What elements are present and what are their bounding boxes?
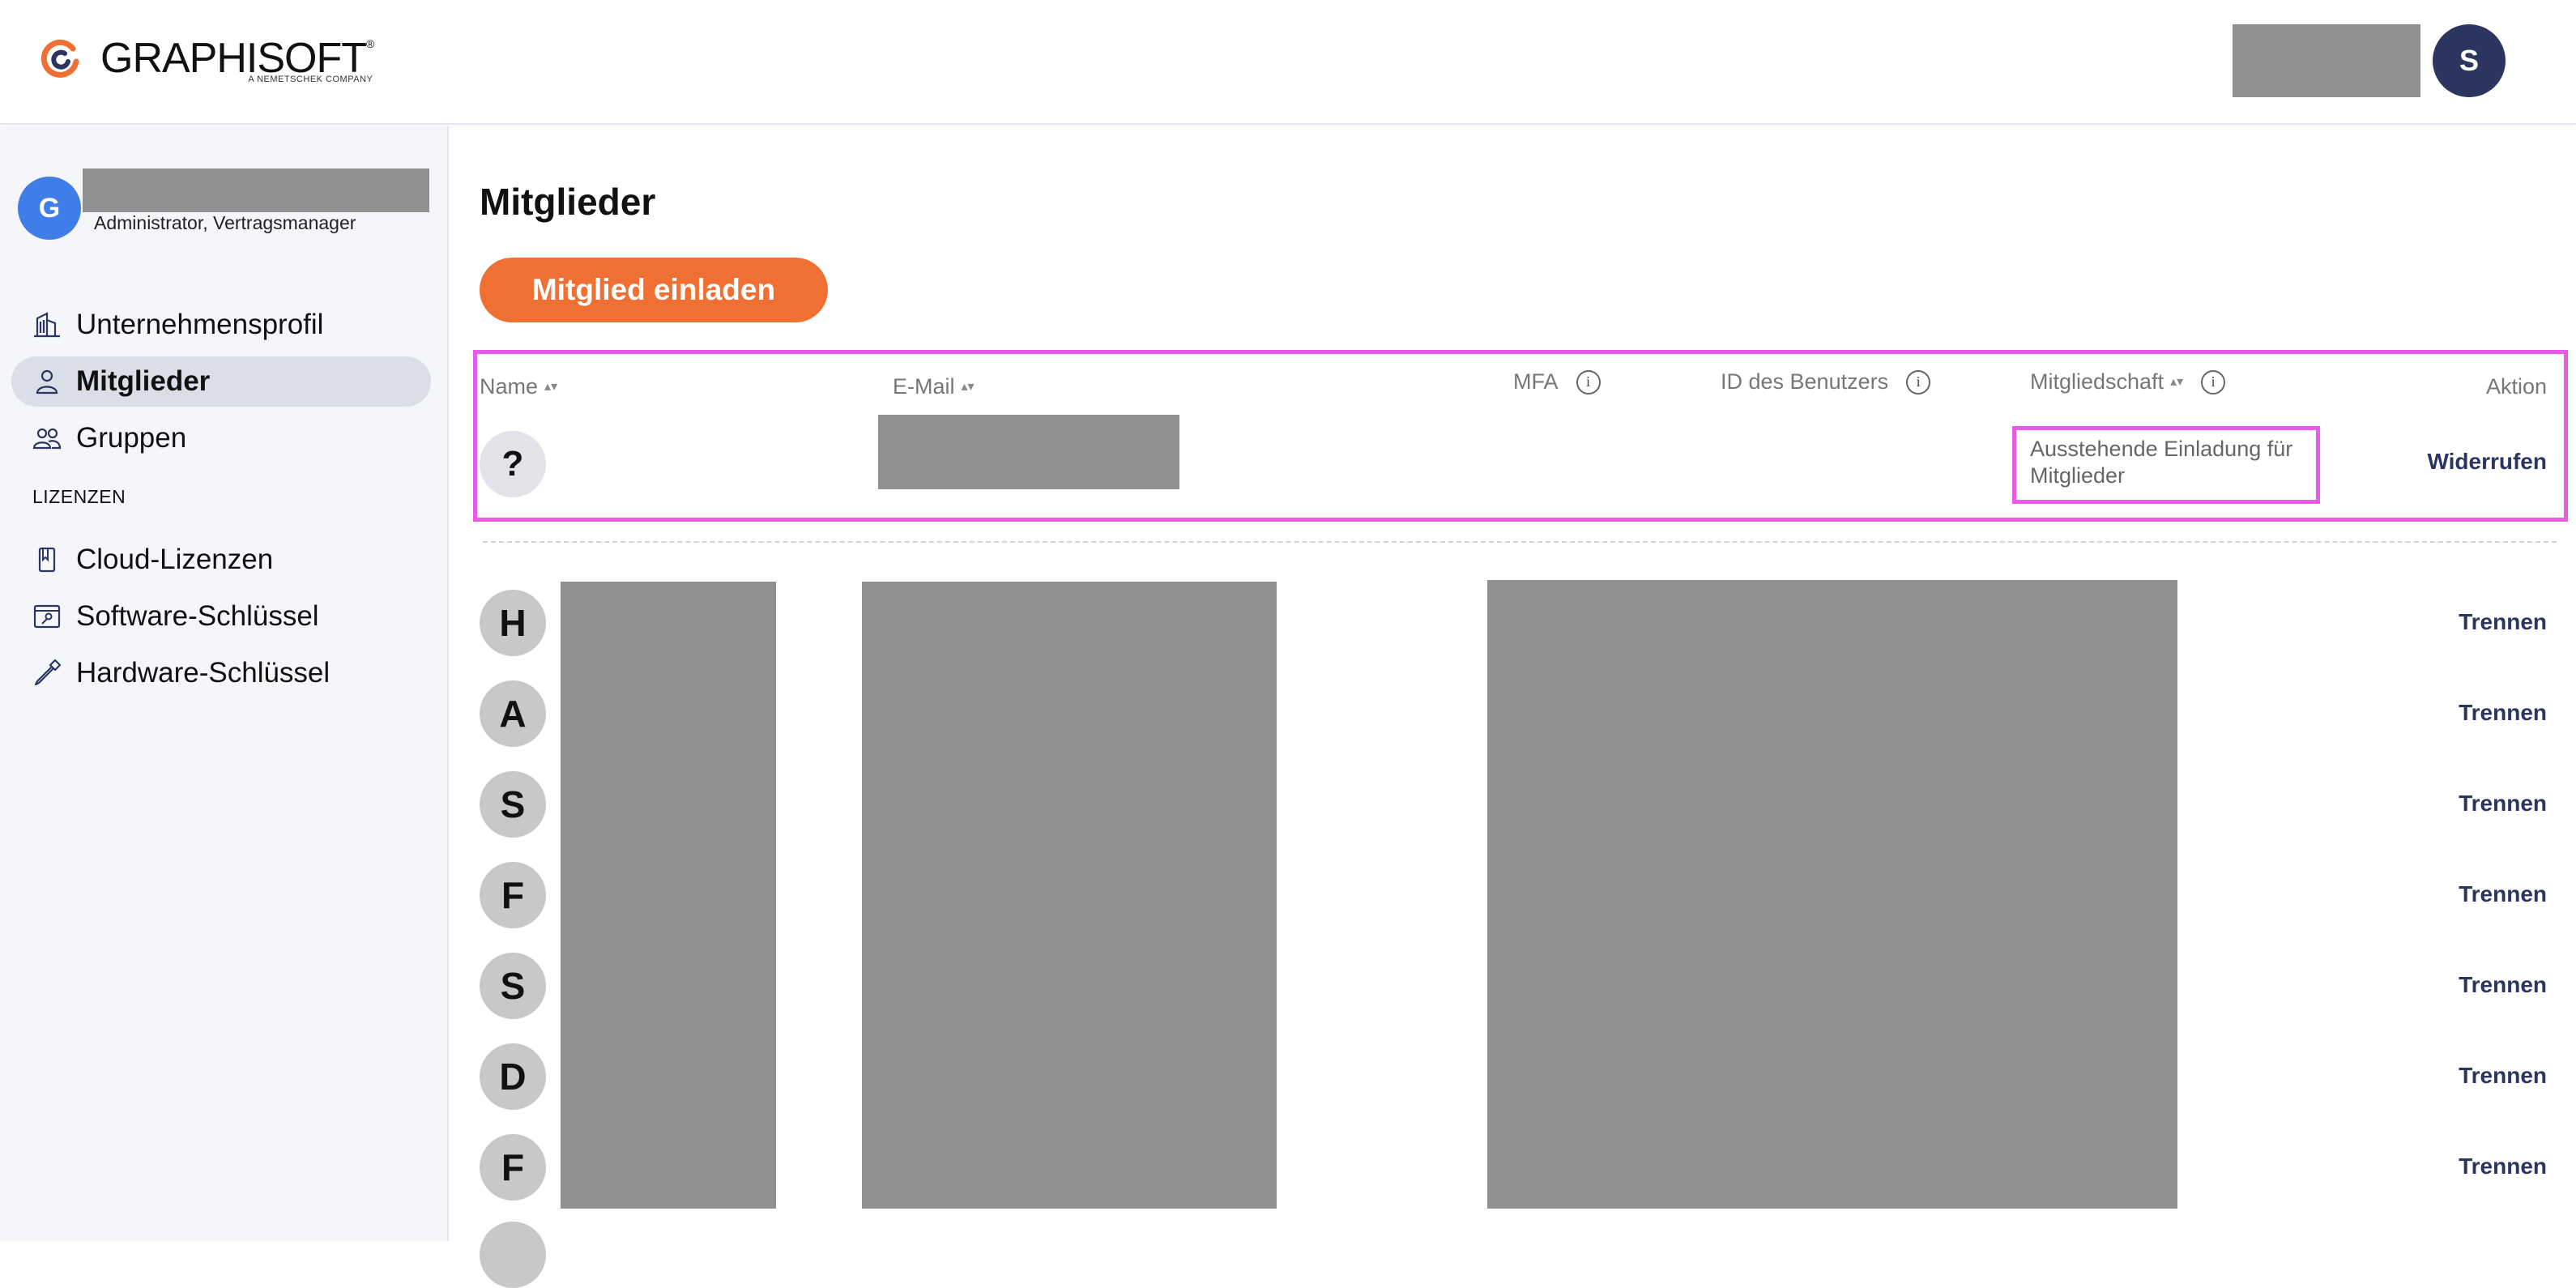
logo-registered-mark: ® bbox=[366, 37, 375, 50]
disconnect-member-link[interactable]: Trennen bbox=[2459, 881, 2547, 907]
sidebar-item-label: Gruppen bbox=[76, 422, 187, 454]
sidebar-item-company-profile[interactable]: Unternehmensprofil bbox=[11, 300, 431, 350]
column-header-name[interactable]: Name ▴▾ bbox=[480, 374, 557, 399]
revoke-invitation-link[interactable]: Widerrufen bbox=[2427, 449, 2547, 475]
redacted-name-column bbox=[561, 582, 776, 1209]
table-divider bbox=[483, 541, 2557, 543]
main-content: Mitglieder Mitglied einladen Name ▴▾ E-M… bbox=[450, 126, 2576, 1288]
redacted-header-block bbox=[2233, 24, 2420, 97]
info-icon[interactable]: i bbox=[2201, 369, 2226, 395]
column-header-label: ID des Benutzers bbox=[1721, 369, 1889, 394]
sort-icon: ▴▾ bbox=[544, 379, 558, 394]
sort-icon: ▴▾ bbox=[961, 379, 975, 394]
member-avatar: S bbox=[480, 771, 546, 838]
disconnect-member-link[interactable]: Trennen bbox=[2459, 1063, 2547, 1089]
sidebar-item-members[interactable]: Mitglieder bbox=[11, 356, 431, 407]
sidebar: G Administrator, Vertragsmanager Unterne… bbox=[0, 126, 449, 1241]
member-avatar: H bbox=[480, 590, 546, 656]
sidebar-item-label: Mitglieder bbox=[76, 365, 211, 397]
redacted-email-column bbox=[862, 582, 1277, 1209]
sidebar-item-label: Unternehmensprofil bbox=[76, 309, 324, 340]
sidebar-item-groups[interactable]: Gruppen bbox=[11, 413, 431, 463]
logo-subtitle: A NEMETSCHEK COMPANY bbox=[248, 75, 373, 84]
graphisoft-logo[interactable]: GRAPHISOFT® A NEMETSCHEK COMPANY bbox=[41, 37, 374, 87]
column-header-label: Aktion bbox=[2485, 374, 2547, 399]
sidebar-item-cloud-licenses[interactable]: Cloud-Lizenzen bbox=[11, 535, 431, 585]
sidebar-item-software-keys[interactable]: Software-Schlüssel bbox=[11, 591, 431, 642]
pending-member-avatar: ? bbox=[480, 431, 546, 497]
user-avatar[interactable]: S bbox=[2433, 24, 2506, 97]
page-title: Mitglieder bbox=[480, 181, 656, 223]
pending-invitation-status: Ausstehende Einladung für Mitglieder bbox=[2030, 437, 2293, 488]
group-icon bbox=[31, 422, 63, 454]
hardware-key-icon bbox=[31, 657, 63, 689]
column-header-email[interactable]: E-Mail ▴▾ bbox=[893, 374, 975, 399]
member-avatar-partial bbox=[480, 1222, 546, 1288]
sidebar-item-hardware-keys[interactable]: Hardware-Schlüssel bbox=[11, 648, 431, 698]
column-header-label: Name bbox=[480, 374, 539, 399]
member-avatar: F bbox=[480, 1134, 546, 1201]
section-heading-licenses: LIZENZEN bbox=[32, 486, 126, 507]
column-header-label: Mitgliedschaft bbox=[2030, 369, 2164, 394]
redacted-id-column bbox=[1487, 580, 2177, 1209]
column-header-label: MFA bbox=[1513, 369, 1559, 394]
member-avatar: S bbox=[480, 953, 546, 1019]
org-avatar[interactable]: G bbox=[18, 177, 81, 240]
info-icon[interactable]: i bbox=[1576, 369, 1601, 395]
person-icon bbox=[31, 365, 63, 398]
sort-icon: ▴▾ bbox=[2170, 374, 2184, 389]
building-icon bbox=[31, 309, 63, 341]
top-header: GRAPHISOFT® A NEMETSCHEK COMPANY S bbox=[0, 0, 2576, 125]
invite-member-button[interactable]: Mitglied einladen bbox=[480, 258, 828, 322]
redacted-org-name bbox=[83, 168, 429, 212]
org-role: Administrator, Vertragsmanager bbox=[94, 212, 356, 233]
member-avatar: A bbox=[480, 680, 546, 747]
sidebar-item-label: Software-Schlüssel bbox=[76, 600, 319, 632]
member-avatar: D bbox=[480, 1043, 546, 1110]
member-avatar: F bbox=[480, 862, 546, 928]
disconnect-member-link[interactable]: Trennen bbox=[2459, 972, 2547, 998]
disconnect-member-link[interactable]: Trennen bbox=[2459, 791, 2547, 817]
logo-wordmark: GRAPHISOFT® A NEMETSCHEK COMPANY bbox=[100, 37, 375, 84]
sidebar-item-label: Cloud-Lizenzen bbox=[76, 544, 274, 575]
column-header-mfa: MFA i bbox=[1513, 369, 1601, 395]
disconnect-member-link[interactable]: Trennen bbox=[2459, 700, 2547, 726]
redacted-pending-email bbox=[878, 415, 1179, 489]
info-icon[interactable]: i bbox=[1906, 369, 1931, 395]
column-header-label: E-Mail bbox=[893, 374, 955, 399]
cloud-license-icon bbox=[31, 544, 63, 576]
sidebar-item-label: Hardware-Schlüssel bbox=[76, 657, 331, 689]
disconnect-member-link[interactable]: Trennen bbox=[2459, 1154, 2547, 1179]
disconnect-member-link[interactable]: Trennen bbox=[2459, 609, 2547, 635]
column-header-user-id: ID des Benutzers i bbox=[1721, 369, 1931, 395]
graphisoft-logo-icon bbox=[41, 39, 79, 78]
software-key-icon bbox=[31, 600, 63, 633]
column-header-action: Aktion bbox=[2486, 374, 2547, 399]
column-header-membership[interactable]: Mitgliedschaft ▴▾ i bbox=[2030, 369, 2226, 395]
